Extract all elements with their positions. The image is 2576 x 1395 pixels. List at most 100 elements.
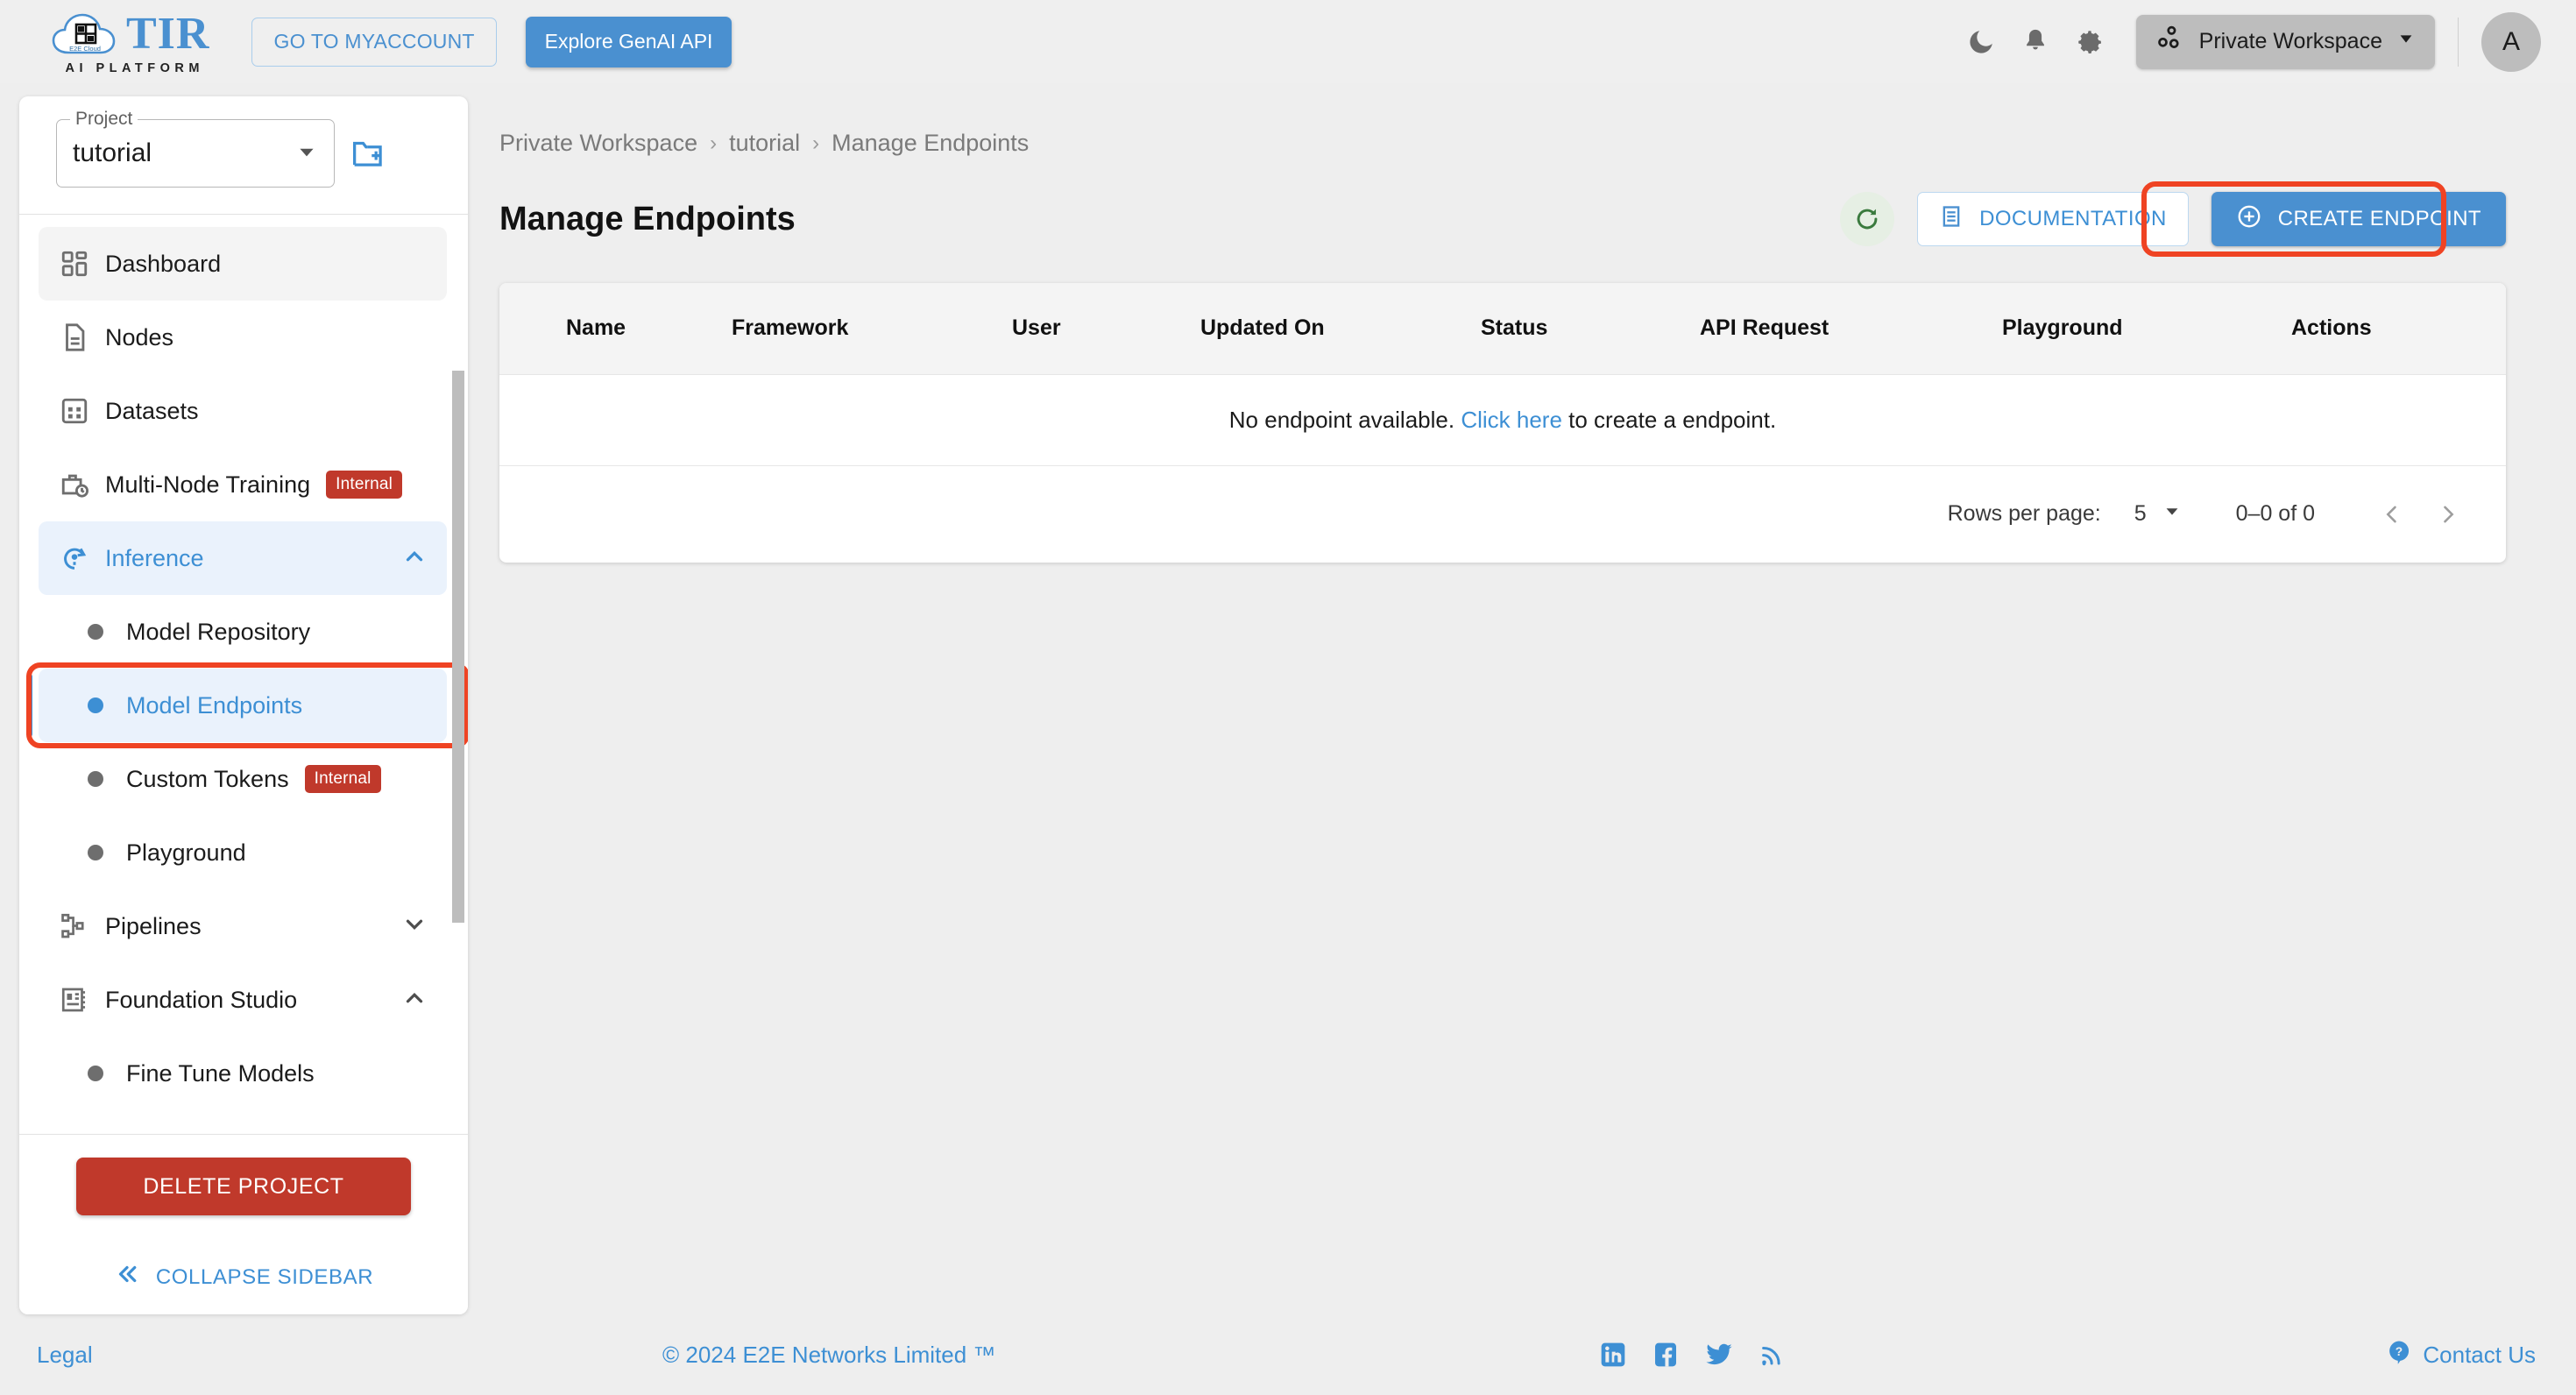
sidebar-item-foundation-studio[interactable]: Foundation Studio xyxy=(39,963,447,1037)
sidebar-item-model-endpoints[interactable]: Model Endpoints xyxy=(26,669,447,742)
cloud-logo-icon: E2E Cloud xyxy=(51,9,119,60)
project-legend: Project xyxy=(70,109,138,130)
sidebar-item-label: Pipelines xyxy=(105,912,202,939)
facebook-icon[interactable] xyxy=(1652,1341,1680,1369)
refresh-icon[interactable] xyxy=(1840,192,1895,246)
empty-state-suffix: to create a endpoint. xyxy=(1561,406,1777,433)
column-header-framework[interactable]: Framework xyxy=(714,283,994,374)
sidebar-item-datasets[interactable]: Datasets xyxy=(39,374,447,448)
sidebar-item-label: Dashboard xyxy=(105,250,222,277)
footer-legal-link[interactable]: Legal xyxy=(37,1342,93,1369)
sidebar-nav: Dashboard Nodes Datasets Multi-Node Trai… xyxy=(19,215,468,1134)
sidebar-item-custom-tokens[interactable]: Custom Tokens Internal xyxy=(39,742,447,816)
divider xyxy=(2458,17,2459,67)
table-body: No endpoint available. Click here to cre… xyxy=(499,374,2506,465)
sidebar-item-label: Fine Tune Models xyxy=(126,1059,315,1087)
page-actions: DOCUMENTATION CREATE ENDPOINT xyxy=(1840,181,2506,257)
chevron-down-icon xyxy=(401,911,428,942)
column-header-playground[interactable]: Playground xyxy=(1985,283,2274,374)
go-to-myaccount-button[interactable]: GO TO MYACCOUNT xyxy=(251,17,497,67)
dashboard-icon xyxy=(60,249,105,279)
endpoints-table-card: Name Framework User Updated On Status AP… xyxy=(499,283,2506,563)
chevron-left-icon[interactable] xyxy=(2364,486,2420,542)
project-select[interactable]: Project tutorial xyxy=(56,109,335,188)
caret-down-icon xyxy=(2162,501,2182,527)
table-empty-row: No endpoint available. Click here to cre… xyxy=(499,374,2506,465)
sidebar-item-playground[interactable]: Playground xyxy=(39,816,447,889)
column-header-api-request[interactable]: API Request xyxy=(1682,283,1985,374)
documentation-button[interactable]: DOCUMENTATION xyxy=(1917,192,2189,246)
sidebar-item-inference[interactable]: Inference xyxy=(39,521,447,595)
breadcrumb-item-current: Manage Endpoints xyxy=(832,130,1030,156)
foundation-studio-icon xyxy=(60,985,105,1015)
rows-per-page-select[interactable]: 5 xyxy=(2134,501,2182,527)
sidebar-footer: DELETE PROJECT COLLAPSE SIDEBAR xyxy=(19,1135,468,1314)
inference-icon xyxy=(60,543,105,573)
empty-state-cell: No endpoint available. Click here to cre… xyxy=(499,374,2506,465)
chevron-up-icon xyxy=(401,543,428,574)
sidebar-item-label: Inference xyxy=(105,544,204,571)
bullet-icon xyxy=(88,698,103,713)
caret-down-icon xyxy=(295,140,318,167)
column-header-user[interactable]: User xyxy=(994,283,1183,374)
create-endpoint-button[interactable]: CREATE ENDPOINT xyxy=(2211,192,2506,246)
document-icon xyxy=(60,322,105,352)
column-header-name[interactable]: Name xyxy=(499,283,714,374)
chevron-right-icon[interactable] xyxy=(2420,486,2476,542)
sidebar-scrollbar[interactable] xyxy=(452,371,464,923)
bullet-icon xyxy=(88,1066,103,1081)
avatar[interactable]: A xyxy=(2481,11,2541,72)
column-header-updated-on[interactable]: Updated On xyxy=(1183,283,1463,374)
sidebar-item-dashboard[interactable]: Dashboard xyxy=(39,227,447,301)
sidebar-item-label: Nodes xyxy=(105,323,174,351)
collapse-sidebar-button[interactable]: COLLAPSE SIDEBAR xyxy=(19,1261,468,1293)
app-logo[interactable]: E2E Cloud TIR AI PLATFORM xyxy=(51,9,209,75)
explore-genai-api-button[interactable]: Explore GenAI API xyxy=(525,16,732,67)
sidebar-item-multi-node-training[interactable]: Multi-Node Training Internal xyxy=(39,448,447,521)
rows-per-page-value: 5 xyxy=(2134,501,2147,526)
moon-icon[interactable] xyxy=(1954,15,2008,69)
sidebar-item-nodes[interactable]: Nodes xyxy=(39,301,447,374)
sidebar-item-model-repository[interactable]: Model Repository xyxy=(39,595,447,669)
briefcase-clock-icon xyxy=(60,470,105,499)
sidebar-item-label: Model Repository xyxy=(126,618,311,645)
column-header-actions[interactable]: Actions xyxy=(2274,283,2506,374)
column-header-status[interactable]: Status xyxy=(1463,283,1682,374)
bell-icon[interactable] xyxy=(2008,15,2063,69)
bullet-icon xyxy=(88,845,103,860)
footer: Legal © 2024 E2E Networks Limited ™ ? Co… xyxy=(0,1314,2576,1395)
project-value: tutorial xyxy=(73,138,152,167)
status-badge: Internal xyxy=(326,471,403,499)
contact-us-button[interactable]: ? Contact Us xyxy=(2386,1339,2536,1371)
workspace-selector[interactable]: Private Workspace xyxy=(2135,14,2435,69)
breadcrumb-item-project[interactable]: tutorial xyxy=(729,130,800,157)
page-header: Manage Endpoints DOCUMENTATION CREATE EN… xyxy=(499,181,2506,257)
delete-project-button[interactable]: DELETE PROJECT xyxy=(76,1158,411,1215)
svg-text:E2E Cloud: E2E Cloud xyxy=(69,45,101,53)
sidebar-item-fine-tune-models[interactable]: Fine Tune Models xyxy=(39,1037,447,1110)
avatar-initial: A xyxy=(2502,26,2520,56)
help-circle-icon: ? xyxy=(2386,1339,2412,1371)
table-header: Name Framework User Updated On Status AP… xyxy=(499,283,2506,374)
top-bar-right-cluster: Private Workspace A xyxy=(1954,11,2541,72)
chevron-up-icon xyxy=(401,985,428,1016)
pagination-range: 0–0 of 0 xyxy=(2235,501,2315,526)
sidebar-item-label: Model Endpoints xyxy=(126,691,303,719)
rows-per-page-label: Rows per page: xyxy=(1947,501,2101,526)
sidebar-item-pipelines[interactable]: Pipelines xyxy=(39,889,447,963)
rss-icon[interactable] xyxy=(1759,1342,1785,1368)
plus-circle-icon xyxy=(2236,203,2262,236)
gear-icon[interactable] xyxy=(2063,15,2117,69)
linkedin-icon[interactable] xyxy=(1599,1341,1627,1369)
breadcrumb-item-workspace[interactable]: Private Workspace xyxy=(499,130,697,157)
workspace-label: Private Workspace xyxy=(2198,29,2382,53)
sidebar-item-label: Custom Tokens xyxy=(126,765,289,792)
pipeline-icon xyxy=(60,911,105,941)
explore-genai-api-label: Explore GenAI API xyxy=(544,30,713,53)
twitter-icon[interactable] xyxy=(1704,1341,1734,1369)
new-folder-icon[interactable] xyxy=(350,138,387,169)
grid-table-icon xyxy=(60,396,105,426)
logo-tagline: AI PLATFORM xyxy=(65,60,204,75)
create-endpoint-link[interactable]: Click here xyxy=(1461,407,1562,433)
sidebar-item-label: Playground xyxy=(126,839,246,866)
